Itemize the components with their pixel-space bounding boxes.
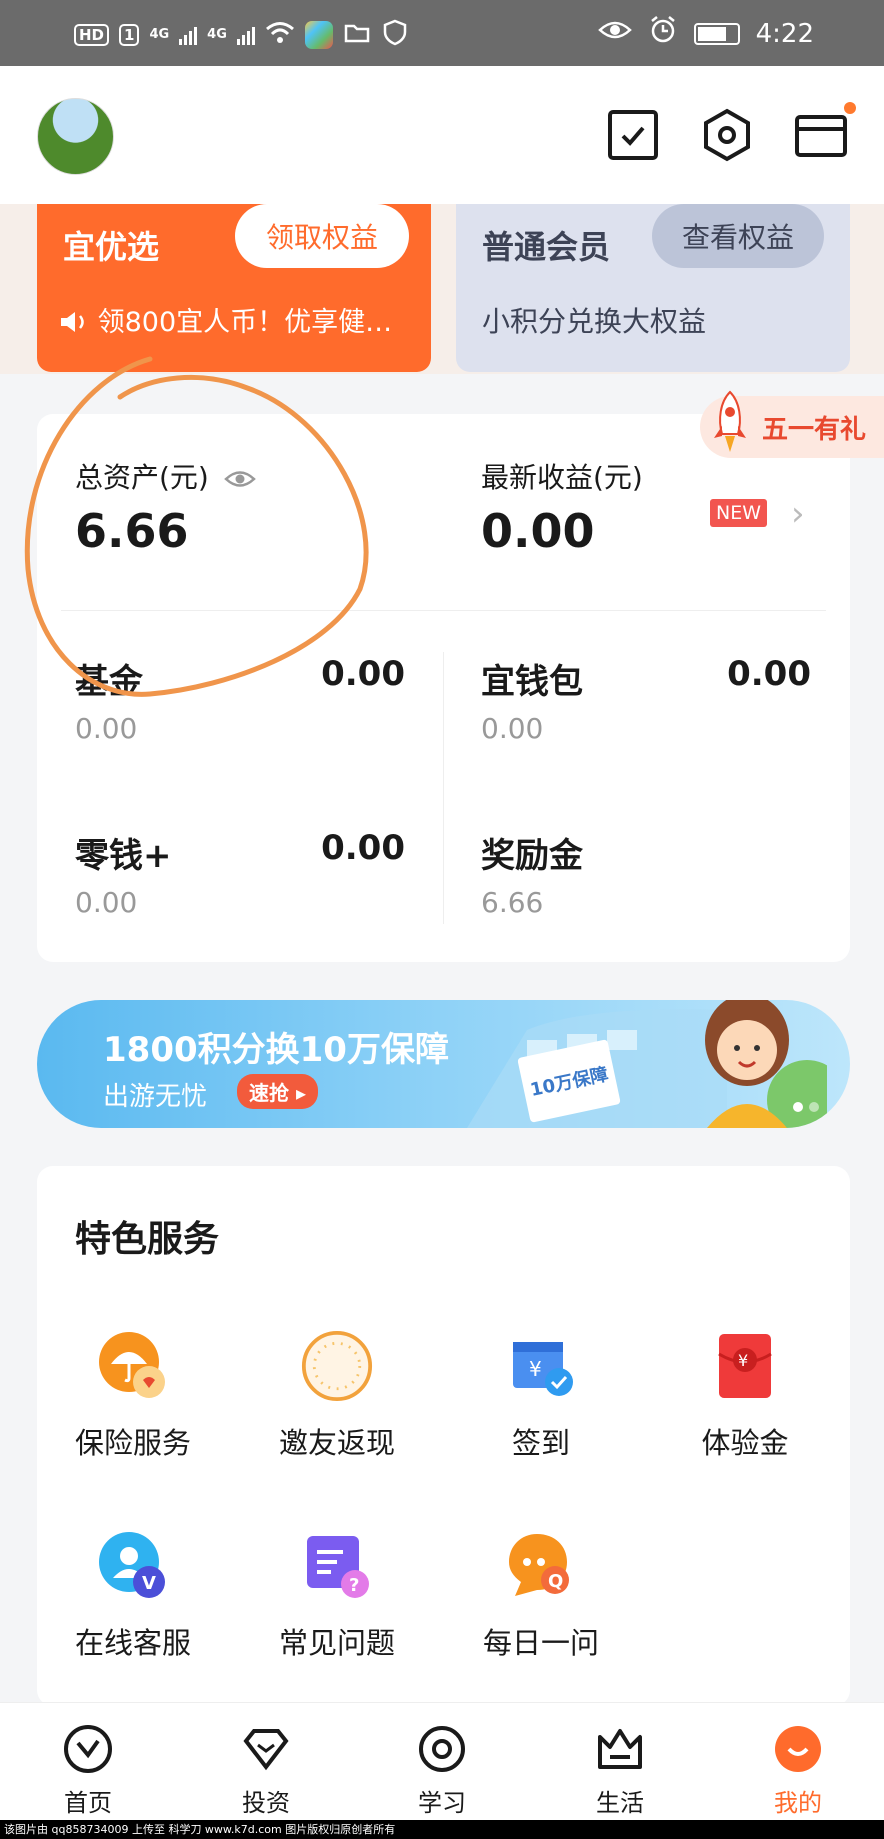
divider-vertical [443, 652, 444, 924]
folder-icon [343, 20, 371, 49]
task-check-icon[interactable] [606, 108, 660, 162]
top-header [0, 66, 884, 204]
avatar[interactable] [37, 98, 114, 175]
service-trial-gold[interactable]: ¥ 体验金 [660, 1330, 830, 1480]
svg-text:?: ? [349, 1575, 359, 1596]
banner-subtitle: 出游无忧 [103, 1082, 208, 1112]
rocket-icon [714, 390, 746, 452]
app-notification-icon [304, 20, 333, 49]
promo-card-youxuan[interactable]: 宜优选 领取权益 领800宜人币！优享健… [37, 204, 431, 372]
signal-icon-2 [236, 25, 255, 45]
service-label: 常见问题 [278, 1626, 395, 1660]
promo-subtitle: 领800宜人币！优享健… [59, 300, 421, 339]
hd-icon: HD [74, 23, 110, 46]
shield-icon [381, 18, 409, 51]
svg-text:¥: ¥ [529, 1357, 542, 1381]
faq-icon: ? [301, 1530, 373, 1602]
wifi-icon [265, 20, 295, 49]
member-title: 普通会员 [482, 228, 611, 266]
daily-question-icon: Q [505, 1530, 577, 1602]
service-daily-question[interactable]: Q 每日一问 [456, 1530, 626, 1680]
new-badge: NEW [710, 499, 768, 527]
promo-card-member[interactable]: 普通会员 查看权益 小积分兑换大权益 [456, 204, 850, 372]
checkin-icon: ¥ [505, 1330, 577, 1402]
service-label: 体验金 [701, 1426, 789, 1460]
status-bar: HD 1 4G 4G 4:22 [0, 0, 884, 66]
message-icon[interactable] [794, 102, 856, 162]
alarm-icon [648, 15, 678, 52]
svg-text:Q: Q [548, 1571, 563, 1592]
service-customer-support[interactable]: V 在线客服 [48, 1530, 218, 1680]
featured-services: 特色服务 保险服务 邀友返现 ¥ 签到 ¥ 体验金 V 在线客服 ? 常见问题 [37, 1166, 850, 1706]
network-label-1: 4G [149, 27, 170, 42]
svg-text:V: V [142, 1573, 156, 1594]
service-invite[interactable]: 邀友返现 [252, 1330, 422, 1480]
latest-earnings-value[interactable]: 0.00 [481, 504, 595, 558]
umbrella-icon [97, 1330, 169, 1402]
banner-title: 1800积分换10万保障 [103, 1030, 449, 1070]
tab-life[interactable]: 生活 [565, 1721, 675, 1818]
promo-title: 宜优选 [63, 228, 160, 266]
service-label: 保险服务 [74, 1426, 191, 1460]
invest-icon [238, 1721, 294, 1777]
service-faq[interactable]: ? 常见问题 [252, 1530, 422, 1680]
clock-time: 4:22 [755, 18, 814, 49]
home-icon [60, 1721, 116, 1777]
grab-now-button[interactable]: 速抢 ▸ [237, 1074, 319, 1109]
eye-icon [597, 18, 632, 49]
divider [61, 610, 826, 611]
status-right: 4:22 [597, 15, 814, 52]
eye-toggle-icon[interactable] [218, 461, 256, 494]
assets-card: 总资产(元) 6.66 最新收益(元) 0.00 NEW › 基金 0.00 0… [24, 356, 850, 962]
view-benefits-button[interactable]: 查看权益 [652, 204, 824, 268]
tab-learn[interactable]: 学习 [387, 1721, 497, 1818]
service-insurance[interactable]: 保险服务 [48, 1330, 218, 1480]
service-label: 每日一问 [482, 1626, 599, 1660]
me-icon [770, 1721, 826, 1777]
claim-benefits-button[interactable]: 领取权益 [235, 204, 409, 268]
customer-service-icon: V [97, 1530, 169, 1602]
status-left: HD 1 4G 4G [74, 18, 409, 51]
service-label: 邀友返现 [278, 1426, 395, 1460]
may-day-gift-badge[interactable]: 五一有礼 [700, 390, 884, 458]
tab-invest[interactable]: 投资 [211, 1721, 321, 1818]
carousel-dot [809, 1102, 819, 1112]
tab-me[interactable]: 我的 [743, 1721, 853, 1818]
total-assets-label: 总资产(元) [75, 456, 256, 496]
life-icon [592, 1721, 648, 1777]
red-envelope-icon: ¥ [709, 1330, 781, 1402]
learn-icon [414, 1721, 470, 1777]
unread-dot [844, 102, 856, 114]
bottom-tab-bar: 首页 投资 学习 生活 我的 [0, 1702, 884, 1820]
speaker-icon [59, 307, 98, 338]
sim-icon: 1 [119, 23, 140, 46]
signal-icon [179, 25, 198, 45]
carousel-dot [793, 1102, 803, 1112]
invite-icon [301, 1330, 373, 1402]
latest-earnings-label: 最新收益(元) [481, 461, 643, 494]
service-label: 在线客服 [74, 1626, 191, 1660]
settings-icon[interactable] [700, 108, 754, 162]
services-title: 特色服务 [75, 1219, 220, 1260]
service-checkin[interactable]: ¥ 签到 [456, 1330, 626, 1480]
battery-icon [693, 22, 740, 45]
network-label-2: 4G [207, 27, 227, 42]
chevron-right-icon[interactable]: › [791, 494, 805, 534]
tab-home[interactable]: 首页 [33, 1721, 143, 1818]
total-assets-value[interactable]: 6.66 [75, 504, 189, 558]
service-label: 签到 [511, 1426, 570, 1460]
svg-text:¥: ¥ [738, 1351, 748, 1370]
insurance-promo-banner[interactable]: 1800积分换10万保障 出游无忧 速抢 ▸ 10万保障 [37, 1000, 850, 1128]
watermark-footer: 该图片由 qq858734009 上传至 科学刀 www.k7d.com 图片版… [0, 1820, 884, 1839]
member-subtitle: 小积分兑换大权益 [482, 305, 707, 338]
